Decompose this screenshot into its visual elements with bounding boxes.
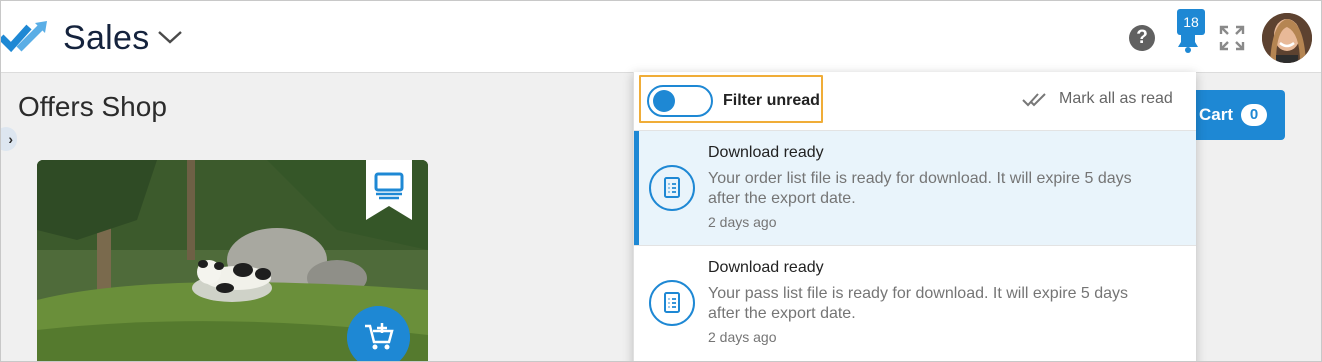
page-title: Offers Shop [18,91,167,122]
chevron-down-icon[interactable] [157,27,183,47]
document-icon [649,280,695,326]
app-window: Sales ? 18 Offers Shop › Cart 0 Filter u… [0,0,1322,362]
cart-button[interactable]: Cart 0 [1189,90,1285,140]
notification-title: Download ready [708,144,824,161]
document-icon [649,165,695,211]
notifications-panel: Filter unread Mark all as read Download … [633,72,1196,361]
app-title[interactable]: Sales [63,19,150,58]
double-check-icon [1022,93,1046,107]
logo-icon[interactable] [1,19,49,57]
fullscreen-icon[interactable] [1219,25,1245,51]
cart-label: Cart [1199,105,1234,124]
notification-message: Your pass list file is ready for downloa… [708,285,1129,322]
notification-time: 2 days ago [708,214,777,230]
notification-item[interactable]: Download ready Your order list file is r… [634,130,1196,245]
toggle-knob [653,90,675,112]
notification-message: Your order list file is ready for downlo… [708,170,1132,207]
filter-unread-toggle[interactable] [647,85,713,117]
help-icon[interactable]: ? [1129,25,1155,51]
sidebar-toggle-button[interactable]: › [1,127,17,151]
filter-unread-label: Filter unread [723,92,820,109]
unread-indicator [634,131,639,245]
add-to-cart-button[interactable] [347,306,410,362]
avatar[interactable] [1262,13,1312,63]
notification-count-badge: 18 [1177,9,1205,35]
top-bar: Sales ? 18 [1,1,1321,73]
mark-all-as-read-label: Mark all as read [1059,90,1173,107]
notification-title: Download ready [708,259,824,276]
filter-unread-control[interactable]: Filter unread [639,75,823,123]
notification-item[interactable]: Download ready Your pass list file is re… [634,245,1196,360]
ticket-icon [366,160,412,220]
cart-count-badge: 0 [1241,104,1267,126]
notification-time: 2 days ago [708,329,777,345]
